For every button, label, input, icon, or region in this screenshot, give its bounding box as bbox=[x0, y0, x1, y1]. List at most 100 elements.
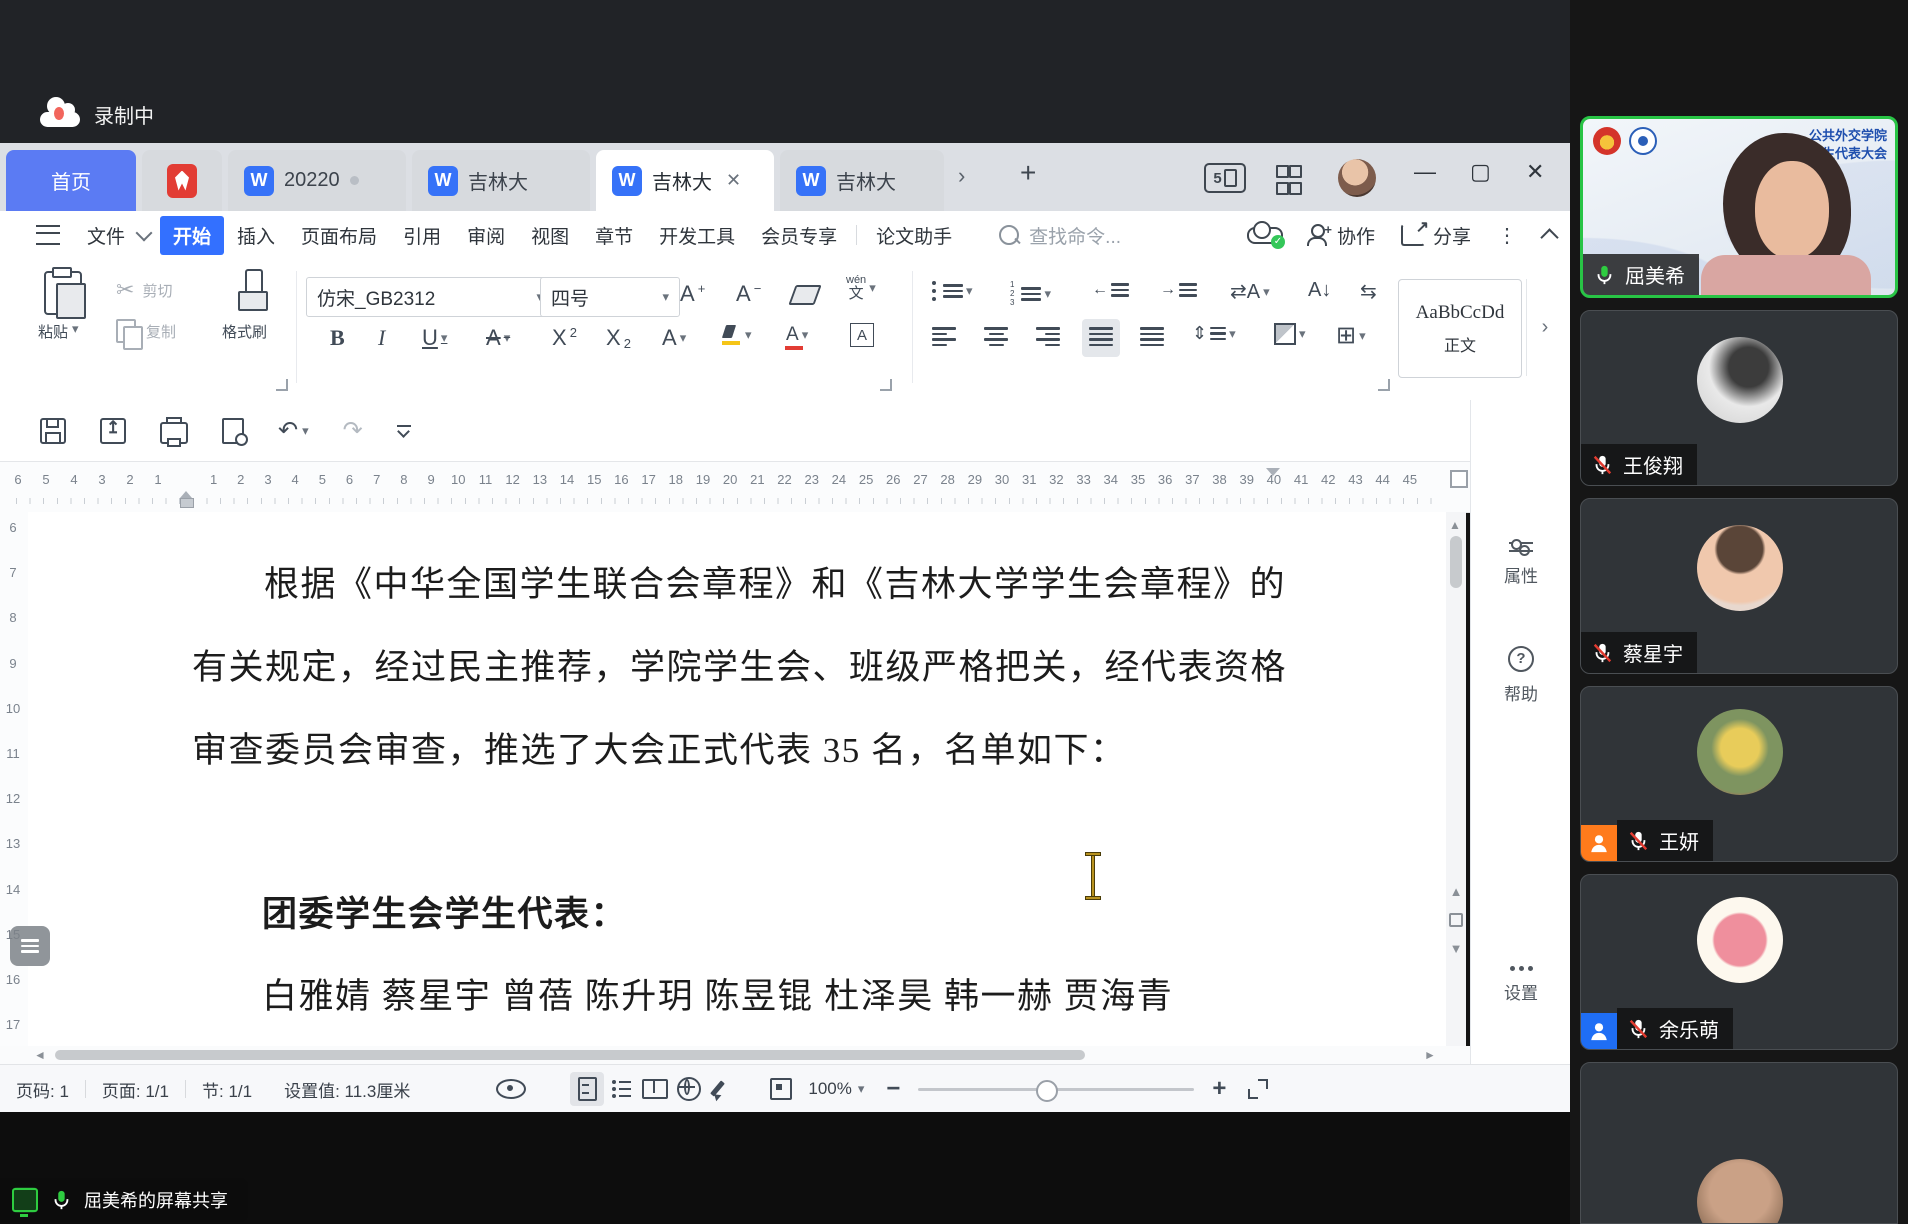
dialog-launcher-icon[interactable] bbox=[880, 379, 892, 391]
zoom-level[interactable]: 100% ▾ bbox=[808, 1079, 864, 1099]
text-scale-button[interactable]: ⇄A ▾ bbox=[1230, 279, 1270, 304]
style-gallery-more-icon[interactable]: › bbox=[1526, 279, 1563, 376]
close-button[interactable]: ✕ bbox=[1526, 159, 1544, 185]
superscript-button[interactable]: X2 bbox=[552, 325, 577, 351]
font-family-select[interactable]: 仿宋_GB2312▾ bbox=[306, 277, 554, 317]
participant-tile-partial[interactable] bbox=[1580, 1062, 1898, 1224]
export-icon[interactable] bbox=[100, 417, 126, 444]
user-avatar[interactable] bbox=[1338, 159, 1376, 197]
tab-doc-20220[interactable]: W 20220 bbox=[228, 150, 406, 211]
more-menu-icon[interactable]: ⋮ bbox=[1497, 223, 1517, 248]
view-outline-icon[interactable] bbox=[604, 1072, 638, 1106]
cloud-sync-icon[interactable]: ✓ bbox=[1246, 221, 1285, 249]
select-browse-object-icon[interactable] bbox=[1449, 913, 1463, 927]
menu-view[interactable]: 视图 bbox=[518, 216, 582, 255]
increase-indent-icon[interactable]: → bbox=[1160, 281, 1197, 299]
hamburger-menu-icon[interactable] bbox=[36, 225, 60, 245]
vertical-scroll-thumb[interactable] bbox=[1450, 536, 1462, 588]
style-gallery[interactable]: AaBbCcDd 正文 bbox=[1398, 279, 1522, 378]
tab-home[interactable]: 首页 bbox=[6, 150, 136, 211]
zoom-in-button[interactable]: + bbox=[1212, 1075, 1226, 1103]
decrease-indent-icon[interactable]: ← bbox=[1092, 281, 1129, 299]
highlight-button[interactable]: ▾ bbox=[722, 325, 752, 345]
cut-button[interactable]: ✂ 剪切 bbox=[116, 277, 172, 303]
sidebar-item-properties[interactable]: 属性 bbox=[1471, 539, 1571, 587]
fullscreen-icon[interactable] bbox=[1248, 1079, 1269, 1099]
collab-button[interactable]: + 协作 bbox=[1306, 222, 1375, 249]
line-spacing-button[interactable]: ⇕ ▾ bbox=[1192, 323, 1236, 344]
borders-button[interactable]: ⊞ ▾ bbox=[1336, 321, 1366, 350]
subscript-button[interactable]: X2 bbox=[606, 325, 631, 351]
participant-tile-quumeixi[interactable]: 公共外交学院 2023学年学生代表大会 屈美希 bbox=[1580, 116, 1898, 298]
zoom-slider[interactable] bbox=[918, 1079, 1195, 1102]
customize-quickbar-icon[interactable] bbox=[396, 425, 411, 438]
tab-doc-jilin-1[interactable]: W 吉林大 bbox=[412, 150, 590, 211]
bullets-button[interactable]: ▾ bbox=[932, 281, 973, 301]
view-web-mode-icon[interactable] bbox=[672, 1072, 706, 1106]
align-distribute-icon[interactable] bbox=[1140, 327, 1164, 346]
collapse-ribbon-icon[interactable] bbox=[1540, 228, 1559, 247]
next-page-icon[interactable]: ▼ bbox=[1450, 941, 1463, 956]
minimize-button[interactable]: — bbox=[1414, 159, 1436, 185]
sort-button[interactable]: A↓ bbox=[1308, 279, 1331, 302]
text-direction-icon[interactable]: ⇆ bbox=[1360, 279, 1377, 304]
align-left-icon[interactable] bbox=[932, 327, 956, 346]
menu-home[interactable]: 开始 bbox=[160, 215, 225, 255]
horizontal-scrollbar[interactable]: ◄ ► bbox=[0, 1046, 1570, 1064]
shrink-font-button[interactable]: A − bbox=[736, 281, 761, 307]
sidebar-item-help[interactable]: ? 帮助 bbox=[1471, 646, 1571, 705]
file-dropdown-icon[interactable] bbox=[135, 224, 153, 242]
paste-icon[interactable] bbox=[44, 267, 86, 319]
command-search[interactable]: 查找命令... bbox=[999, 222, 1121, 249]
menu-page-layout[interactable]: 页面布局 bbox=[288, 216, 390, 255]
view-page-mode-icon[interactable] bbox=[570, 1072, 605, 1106]
shading-button[interactable]: ▾ bbox=[1274, 323, 1306, 345]
tab-wps-red[interactable] bbox=[142, 150, 222, 211]
pinyin-guide-button[interactable]: wén 文 ▾ bbox=[846, 275, 876, 302]
italic-button[interactable]: I bbox=[378, 325, 385, 351]
participant-tile-caixingyu[interactable]: 蔡星宇 bbox=[1580, 498, 1898, 674]
tab-doc-jilin-2[interactable]: W 吉林大 bbox=[780, 150, 944, 211]
scroll-left-icon[interactable]: ◄ bbox=[34, 1048, 46, 1062]
menu-insert[interactable]: 插入 bbox=[224, 216, 288, 255]
menu-paper-assistant[interactable]: 论文助手 bbox=[863, 216, 965, 255]
text-effects-button[interactable]: A ▾ bbox=[662, 325, 686, 351]
ruler-toggle-icon[interactable] bbox=[1450, 470, 1468, 488]
grow-font-button[interactable]: A + bbox=[680, 281, 705, 307]
right-indent-marker[interactable] bbox=[1266, 468, 1280, 483]
scroll-right-icon[interactable]: ► bbox=[1424, 1048, 1436, 1062]
menu-references[interactable]: 引用 bbox=[390, 216, 454, 255]
paste-button[interactable]: 粘贴 ▾ bbox=[38, 321, 79, 342]
new-tab-button[interactable]: + bbox=[1020, 157, 1036, 189]
view-write-mode-icon[interactable] bbox=[706, 1072, 740, 1106]
share-button[interactable]: 分享 bbox=[1400, 217, 1471, 249]
left-indent-marker[interactable] bbox=[178, 462, 194, 512]
app-grid-icon[interactable] bbox=[1276, 165, 1302, 195]
strikethrough-button[interactable]: A ▾ bbox=[486, 325, 510, 351]
menu-review[interactable]: 审阅 bbox=[454, 216, 518, 255]
close-tab-icon[interactable]: ✕ bbox=[726, 170, 741, 191]
participant-tile-wangjunxiang[interactable]: 王俊翔 bbox=[1580, 310, 1898, 486]
menu-file[interactable]: 文件 bbox=[74, 216, 138, 255]
format-painter-button[interactable]: 格式刷 bbox=[222, 321, 267, 342]
dialog-launcher-icon[interactable] bbox=[1378, 379, 1390, 391]
screen-share-banner[interactable]: 屈美希的屏幕共享 bbox=[0, 1178, 248, 1222]
align-justify-chip[interactable] bbox=[1082, 319, 1120, 357]
numbering-button[interactable]: 123 ▾ bbox=[1010, 281, 1051, 307]
clear-format-icon[interactable] bbox=[788, 285, 822, 305]
vertical-scrollbar[interactable]: ▲ bbox=[1446, 512, 1466, 1046]
fit-page-icon[interactable] bbox=[770, 1078, 793, 1100]
horizontal-scroll-thumb[interactable] bbox=[55, 1050, 1085, 1060]
multi-device-icon[interactable]: 5 bbox=[1204, 163, 1246, 193]
collapsed-panel-button[interactable] bbox=[10, 926, 50, 966]
align-center-icon[interactable] bbox=[984, 327, 1008, 346]
tab-doc-jilin-active[interactable]: W 吉林大 ✕ bbox=[596, 150, 774, 211]
zoom-out-button[interactable]: − bbox=[886, 1075, 900, 1103]
underline-button[interactable]: U ▾ bbox=[422, 325, 447, 351]
undo-button[interactable]: ↶ ▾ bbox=[278, 416, 309, 445]
document-page[interactable]: 根据《中华全国学生联合会章程》和《吉林大学学生会章程》的 有关规定，经过民主推荐… bbox=[28, 512, 1446, 1046]
align-right-icon[interactable] bbox=[1036, 327, 1060, 346]
char-border-icon[interactable]: A bbox=[850, 323, 874, 347]
tab-scroll-right-icon[interactable]: › bbox=[958, 163, 965, 189]
font-size-select[interactable]: 四号 ▾ bbox=[540, 277, 680, 317]
